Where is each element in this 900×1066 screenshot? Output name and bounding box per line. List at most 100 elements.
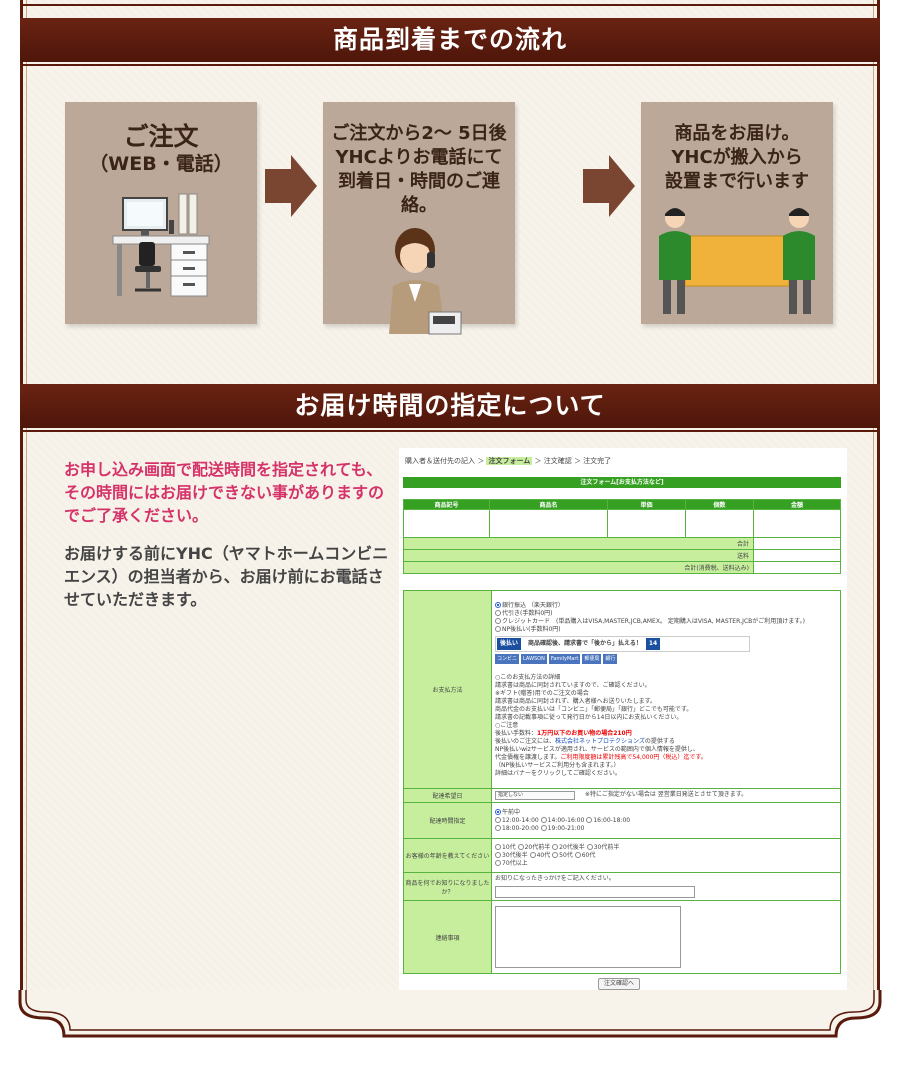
contact-textarea[interactable]: [495, 906, 681, 968]
payment-option-cod: 代引き(手数料0円): [502, 609, 553, 617]
arrow-right-icon: [265, 155, 317, 217]
time-radio[interactable]: [540, 816, 547, 823]
np-fee-label: 後払い手数料：: [495, 729, 538, 737]
np-store: LAWSON: [521, 653, 547, 664]
payment-radio-cod[interactable]: [495, 609, 501, 616]
age-option: 40代: [536, 851, 551, 859]
np-detail-line: 商品代金のお支払いは「コンビニ」「郵便局」「銀行」どこでも可能です。: [495, 705, 693, 713]
age-radio[interactable]: [586, 843, 593, 850]
step-3-line3: 設置まで行います: [665, 171, 809, 192]
section-title-time: お届け時間の指定について: [20, 384, 880, 432]
crumb-step-rest: ＞ 注文確認 ＞ 注文完了: [534, 457, 612, 465]
cart-table: 商品記号 商品名 単価 個数 金額 合計 送料 合計(消費税、送料込み): [403, 499, 841, 574]
age-radio[interactable]: [574, 851, 581, 858]
time-option: 16:00-18:00: [593, 816, 631, 824]
col-amount: 金額: [753, 499, 841, 510]
time-radio[interactable]: [540, 824, 547, 831]
age-option: 30代後半: [502, 851, 528, 859]
age-option: 20代前半: [524, 843, 551, 851]
age-option: 70代以上: [502, 859, 528, 867]
np-detail-line: 請求書は商品に同封されず、購入者様へお送りいたします。: [495, 697, 656, 705]
np-text: 商品確認後、請求書で「後から」払える！: [528, 639, 642, 647]
age-radio[interactable]: [495, 843, 501, 850]
age-radio[interactable]: [517, 843, 524, 850]
age-option: 50代: [559, 851, 573, 859]
np-limit-text: ご利用限度額は累計残高で54,000円（税込）迄です。: [560, 753, 707, 761]
step-3-line1: 商品をお届け。: [674, 123, 800, 144]
age-radio[interactable]: [495, 859, 501, 866]
payment-radio-bank[interactable]: [495, 601, 501, 608]
payment-radio-card[interactable]: [495, 617, 501, 624]
step-card-order: ご注文 （WEB・電話）: [65, 102, 257, 324]
time-option: 18:00-20:00: [502, 824, 539, 832]
step-2-line3: 到着日・時間のご連絡。: [338, 171, 500, 216]
delivery-staff-icon: [659, 208, 815, 314]
payment-radio-np[interactable]: [495, 625, 501, 632]
step-2-line2: YHCよりお電話にて: [335, 147, 503, 168]
col-qty: 個数: [685, 499, 754, 510]
form-header: 注文フォーム[お支払方法など]: [403, 477, 841, 488]
np-company-link[interactable]: 株式会社ネットプロテクションズ: [555, 738, 645, 745]
desk-computer-icon: [112, 193, 210, 297]
np-service-text: の提供する: [644, 737, 675, 745]
np-detail-line: ※ギフト(贈答)用でのご注文の場合: [495, 689, 589, 697]
np-detail-line: 請求書は商品に同封されていますので、ご確認ください。: [495, 681, 651, 689]
time-option: 12:00-14:00: [502, 816, 539, 824]
np-badge: 後払い: [497, 637, 522, 650]
section-title-flow: 商品到着までの流れ: [20, 18, 880, 66]
arrow-right-icon: [583, 155, 635, 217]
subtotal-label: 合計: [403, 537, 754, 550]
contact-label: 連絡事項: [403, 900, 492, 974]
crumb-step-1: 購入者＆送付先の記入 ＞: [405, 457, 485, 465]
time-option: 14:00-16:00: [547, 816, 585, 824]
step-2-line1: ご注文から2～ 5日後: [331, 123, 507, 144]
time-radio[interactable]: [495, 816, 501, 823]
age-radio[interactable]: [552, 843, 559, 850]
age-option: 20代後半: [559, 843, 585, 851]
payment-option-np: NP後払い(手数料0円): [502, 625, 561, 633]
age-radio[interactable]: [529, 851, 536, 858]
time-option: 19:00-21:00: [547, 824, 585, 832]
age-radio[interactable]: [495, 851, 501, 858]
payment-label: お支払方法: [403, 590, 492, 789]
time-radio[interactable]: [495, 824, 501, 831]
date-note: ※特にご指定がない場合は 翌営業日発送とさせて頂きます。: [584, 791, 748, 798]
confirm-button[interactable]: 注文確認へ: [598, 978, 640, 990]
date-select[interactable]: 指定しない: [495, 791, 575, 800]
np-banner[interactable]: 後払い 商品確認後、請求書で「後から」払える！ 14: [495, 635, 750, 652]
np-service-text: 詳細はバナーをクリックしてご確認ください。: [495, 769, 621, 777]
age-radio[interactable]: [552, 851, 559, 858]
step-3-line2: YHCが搬入から: [671, 147, 803, 168]
np-service-text: 後払いのご注文には、: [495, 737, 556, 745]
col-code: 商品記号: [403, 499, 490, 510]
time-radio[interactable]: [495, 808, 501, 815]
date-label: 配達希望日: [403, 788, 492, 803]
operator-phone-icon: [389, 228, 462, 335]
shipping-label: 送料: [403, 549, 754, 562]
np-detail-line: ○このお支払方法の詳細: [495, 673, 561, 681]
np-detail-line: ○ご注意: [495, 721, 519, 729]
np-service-text: NP後払いwizサービスが適用され、サービスの範囲内で個人情報を提供し、: [495, 745, 699, 753]
np-days: 14: [645, 637, 661, 650]
np-store: コンビニ: [495, 653, 520, 664]
np-details: ○このお支払方法の詳細 請求書は商品に同封されていますので、ご確認ください。 ※…: [495, 674, 837, 778]
payment-option-bank: 銀行振込 （楽天銀行）: [502, 601, 564, 609]
np-fee-value: 1万円以下のお買い物の場合210円: [537, 729, 632, 737]
np-store: 郵便局: [582, 653, 602, 664]
step-1-subtitle: （WEB・電話）: [89, 153, 233, 175]
payment-option-card: クレジットカード (単品購入はVISA,MASTER,JCB,AMEX。 定期購…: [502, 617, 805, 625]
time-radio[interactable]: [586, 816, 593, 823]
step-card-delivery: 商品をお届け。 YHCが搬入から 設置まで行います: [641, 102, 833, 324]
source-label: 商品を何でお知りになりましたか？: [403, 872, 492, 901]
age-option: 60代: [581, 851, 596, 859]
notice-text-red: お申し込み画面で配送時間を指定されても、その時間にはお届けできない事がありますの…: [64, 460, 385, 525]
breadcrumb: 購入者＆送付先の記入 ＞ 注文フォーム ＞ 注文確認 ＞ 注文完了: [405, 456, 611, 466]
source-input[interactable]: [495, 886, 695, 898]
order-form-screenshot: 購入者＆送付先の記入 ＞ 注文フォーム ＞ 注文確認 ＞ 注文完了 注文フォーム…: [399, 448, 847, 994]
step-card-call: ご注文から2～ 5日後 YHCよりお電話にて 到着日・時間のご連絡。: [323, 102, 515, 335]
time-label: 配達時間指定: [403, 802, 492, 839]
age-option: 30代前半: [593, 843, 620, 851]
notice-text: お届けする前にYHC（ヤマトホームコンビニエンス）の担当者から、お届け前にお電話…: [64, 544, 389, 609]
top-rule: [20, 4, 880, 6]
np-store: 銀行: [603, 653, 618, 664]
